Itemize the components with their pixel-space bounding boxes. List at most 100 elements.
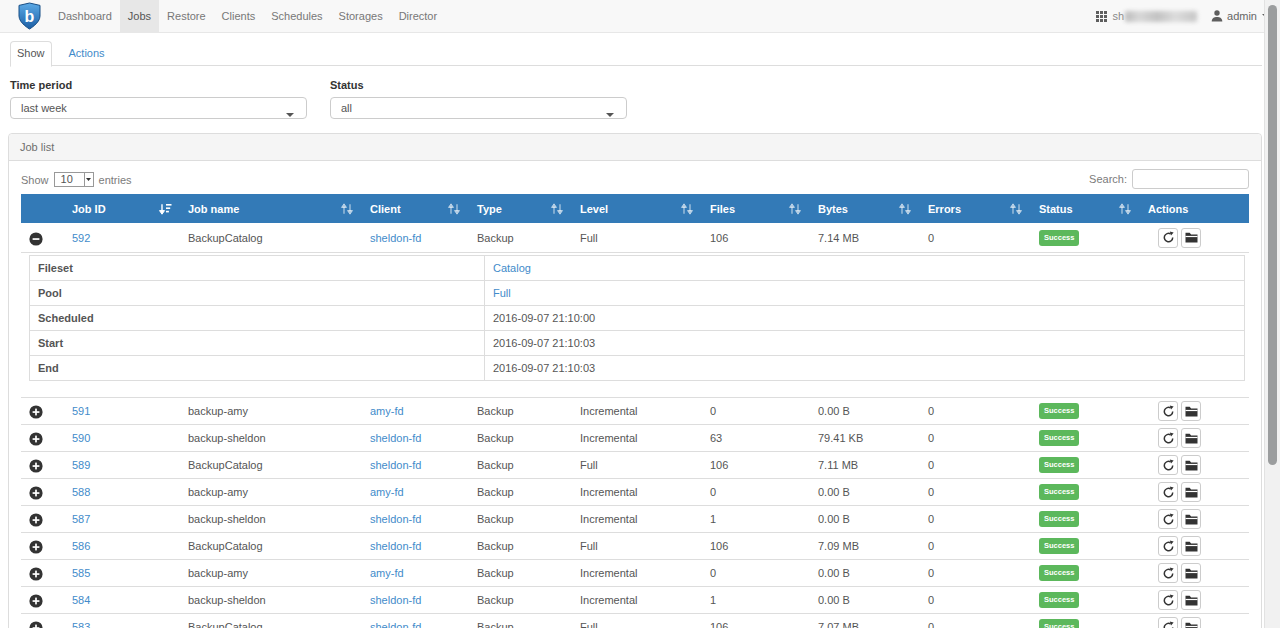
status-cell: Success bbox=[1031, 398, 1140, 425]
nav-item-schedules[interactable]: Schedules bbox=[263, 0, 330, 32]
job-files-button[interactable] bbox=[1181, 401, 1201, 421]
rerun-job-button[interactable] bbox=[1158, 509, 1178, 529]
bytes-cell: 0.00 B bbox=[810, 398, 920, 425]
client-link[interactable]: sheldon-fd bbox=[370, 459, 421, 471]
client-link[interactable]: sheldon-fd bbox=[370, 432, 421, 444]
column-header-job-name[interactable]: Job name bbox=[180, 194, 362, 223]
rerun-job-button[interactable] bbox=[1158, 563, 1178, 583]
time-period-select[interactable]: last week bbox=[10, 97, 307, 119]
column-header-files[interactable]: Files bbox=[702, 194, 810, 223]
job-list-panel: Job list Show 10 entries Search: bbox=[8, 133, 1262, 628]
rerun-job-button[interactable] bbox=[1158, 228, 1178, 248]
job-files-button[interactable] bbox=[1181, 536, 1201, 556]
job-name-cell: BackupCatalog bbox=[180, 614, 362, 628]
rerun-job-button[interactable] bbox=[1158, 428, 1178, 448]
collapse-row-button[interactable] bbox=[29, 232, 43, 246]
expand-cell bbox=[21, 533, 64, 560]
expand-row-button[interactable] bbox=[29, 594, 43, 608]
job-files-button[interactable] bbox=[1181, 509, 1201, 529]
job-id-link[interactable]: 587 bbox=[72, 513, 90, 525]
brand-logo[interactable]: b bbox=[18, 0, 41, 32]
actions-cell bbox=[1140, 560, 1249, 587]
level-cell: Full bbox=[572, 614, 702, 628]
job-files-button[interactable] bbox=[1181, 590, 1201, 610]
tab-show[interactable]: Show bbox=[10, 41, 52, 67]
rerun-job-button[interactable] bbox=[1158, 536, 1178, 556]
search-input[interactable] bbox=[1132, 169, 1249, 189]
bytes-cell: 0.00 B bbox=[810, 560, 920, 587]
status-select[interactable]: all bbox=[330, 97, 627, 119]
host-selector[interactable]: sh bbox=[1096, 10, 1197, 22]
detail-value-link[interactable]: Full bbox=[493, 287, 511, 299]
rerun-job-button[interactable] bbox=[1158, 590, 1178, 610]
rerun-job-button[interactable] bbox=[1158, 401, 1178, 421]
tab-bar: Show Actions bbox=[10, 41, 1262, 66]
client-link[interactable]: sheldon-fd bbox=[370, 540, 421, 552]
column-header-status[interactable]: Status bbox=[1031, 194, 1140, 223]
client-link[interactable]: sheldon-fd bbox=[370, 232, 421, 244]
scrollbar-track[interactable] bbox=[1264, 0, 1280, 628]
job-id-link[interactable]: 592 bbox=[72, 232, 90, 244]
job-files-button[interactable] bbox=[1181, 428, 1201, 448]
column-header-bytes[interactable]: Bytes bbox=[810, 194, 920, 223]
nav-item-jobs[interactable]: Jobs bbox=[120, 0, 159, 32]
status-badge: Success bbox=[1039, 619, 1079, 628]
column-header-type[interactable]: Type bbox=[469, 194, 572, 223]
errors-cell: 0 bbox=[920, 425, 1031, 452]
nav-item-restore[interactable]: Restore bbox=[159, 0, 214, 32]
filters: Time period last week Status all bbox=[10, 78, 1262, 119]
expand-row-button[interactable] bbox=[29, 432, 43, 446]
search-label: Search: bbox=[1089, 173, 1127, 185]
job-id-cell: 589 bbox=[64, 452, 180, 479]
client-link[interactable]: sheldon-fd bbox=[370, 594, 421, 606]
bytes-cell: 7.11 MB bbox=[810, 452, 920, 479]
expand-row-button[interactable] bbox=[29, 405, 43, 419]
client-link[interactable]: sheldon-fd bbox=[370, 513, 421, 525]
job-id-link[interactable]: 588 bbox=[72, 486, 90, 498]
expand-row-button[interactable] bbox=[29, 459, 43, 473]
detail-value-link[interactable]: Catalog bbox=[493, 262, 531, 274]
expand-row-button[interactable] bbox=[29, 486, 43, 500]
level-cell: Incremental bbox=[572, 398, 702, 425]
nav-item-dashboard[interactable]: Dashboard bbox=[50, 0, 120, 32]
actions-cell bbox=[1140, 479, 1249, 506]
job-id-link[interactable]: 583 bbox=[72, 621, 90, 628]
job-files-button[interactable] bbox=[1181, 455, 1201, 475]
tab-actions[interactable]: Actions bbox=[62, 41, 112, 67]
job-files-button[interactable] bbox=[1181, 617, 1201, 628]
client-link[interactable]: amy-fd bbox=[370, 405, 404, 417]
rerun-job-button[interactable] bbox=[1158, 482, 1178, 502]
page-size-select[interactable]: 10 bbox=[54, 172, 94, 187]
job-id-link[interactable]: 586 bbox=[72, 540, 90, 552]
column-header-client[interactable]: Client bbox=[362, 194, 469, 223]
expand-row-button[interactable] bbox=[29, 567, 43, 581]
column-header-level[interactable]: Level bbox=[572, 194, 702, 223]
job-files-button[interactable] bbox=[1181, 563, 1201, 583]
status-badge: Success bbox=[1039, 592, 1079, 608]
expand-row-button[interactable] bbox=[29, 621, 43, 628]
job-files-button[interactable] bbox=[1181, 228, 1201, 248]
user-menu[interactable]: admin bbox=[1211, 10, 1270, 22]
errors-cell: 0 bbox=[920, 614, 1031, 628]
column-header-job-id[interactable]: Job ID bbox=[64, 194, 180, 223]
expand-row-button[interactable] bbox=[29, 540, 43, 554]
nav-item-clients[interactable]: Clients bbox=[214, 0, 264, 32]
job-id-link[interactable]: 584 bbox=[72, 594, 90, 606]
rerun-job-button[interactable] bbox=[1158, 455, 1178, 475]
job-id-link[interactable]: 585 bbox=[72, 567, 90, 579]
nav-item-director[interactable]: Director bbox=[391, 0, 446, 32]
client-link[interactable]: amy-fd bbox=[370, 567, 404, 579]
rerun-job-button[interactable] bbox=[1158, 617, 1178, 628]
job-id-link[interactable]: 589 bbox=[72, 459, 90, 471]
nav-item-storages[interactable]: Storages bbox=[331, 0, 391, 32]
job-id-link[interactable]: 590 bbox=[72, 432, 90, 444]
client-link[interactable]: amy-fd bbox=[370, 486, 404, 498]
time-period-label: Time period bbox=[10, 78, 307, 92]
scrollbar-thumb[interactable] bbox=[1268, 5, 1277, 465]
client-link[interactable]: sheldon-fd bbox=[370, 621, 421, 628]
job-files-button[interactable] bbox=[1181, 482, 1201, 502]
expand-row-button[interactable] bbox=[29, 513, 43, 527]
job-id-link[interactable]: 591 bbox=[72, 405, 90, 417]
column-header-errors[interactable]: Errors bbox=[920, 194, 1031, 223]
page-size-value: 10 bbox=[55, 173, 84, 186]
